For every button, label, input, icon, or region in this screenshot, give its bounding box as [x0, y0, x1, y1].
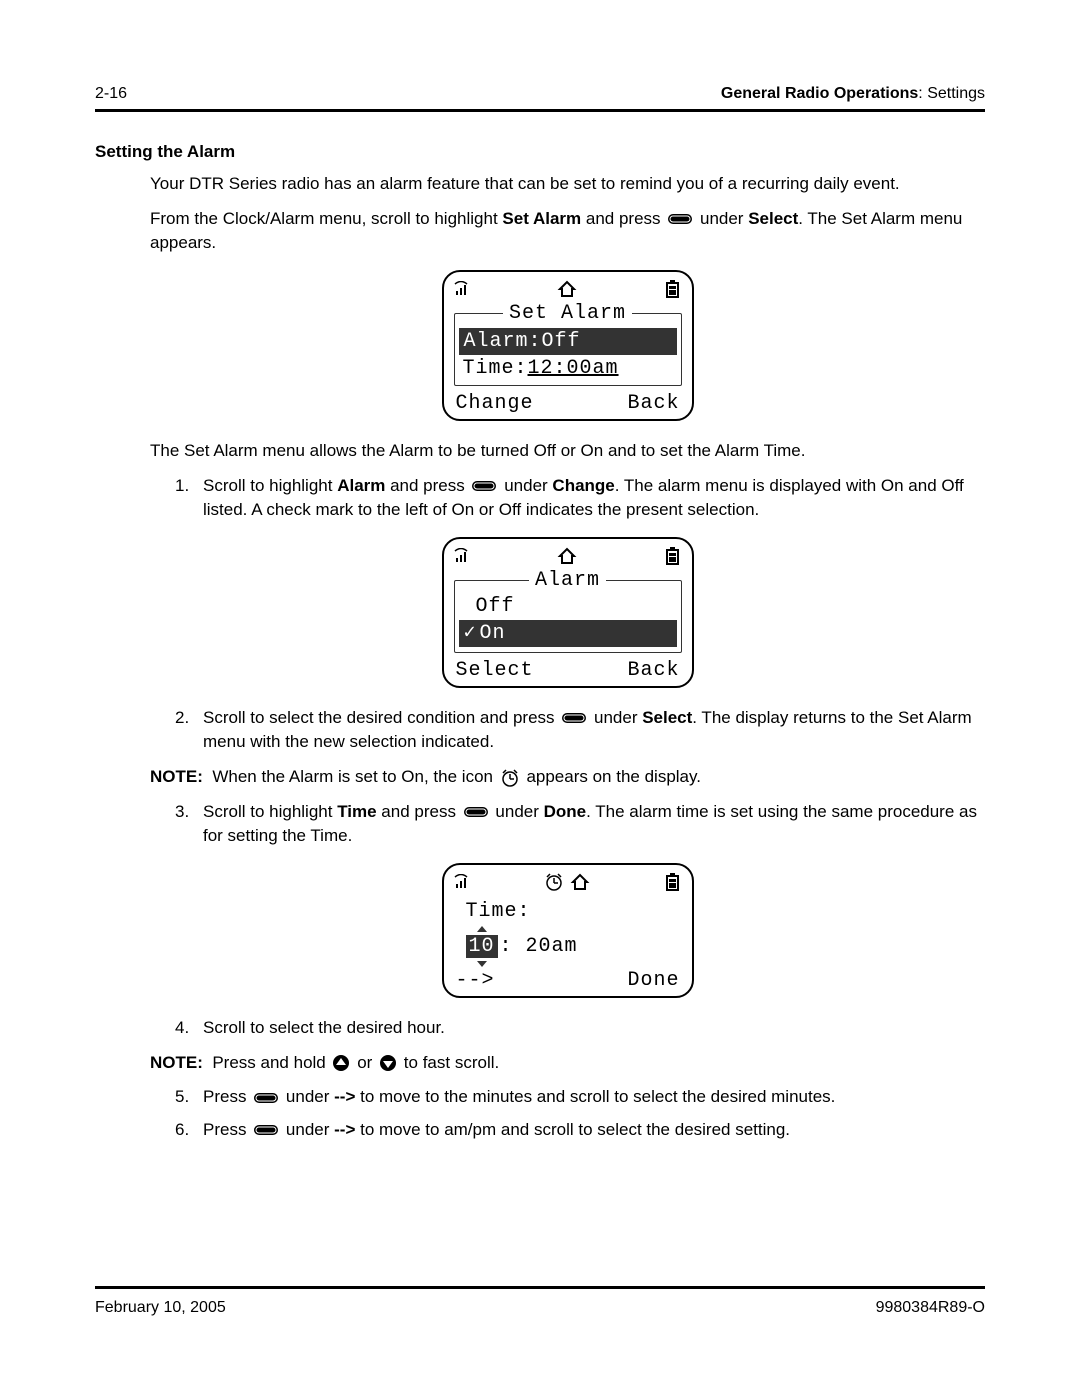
- step-4: 4. Scroll to select the desired hour.: [175, 1016, 985, 1041]
- battery-icon: [664, 546, 682, 566]
- up-arrow-icon: [332, 1054, 350, 1072]
- lcd-row-time: Time:12:00am: [459, 356, 677, 381]
- signal-icon: [454, 874, 470, 890]
- page-number: 2-16: [95, 85, 127, 103]
- paragraph-open-set-alarm: From the Clock/Alarm menu, scroll to hig…: [150, 207, 985, 256]
- lcd-title: Set Alarm: [503, 302, 632, 325]
- lcd-alarm-onoff: Alarm Off On Select Back: [442, 537, 694, 688]
- softkey-button-icon: [667, 210, 693, 228]
- lcd-title: Alarm: [529, 569, 606, 592]
- page-header: 2-16 General Radio Operations: Settings: [95, 85, 985, 112]
- lcd-row-alarm: Alarm:Off: [459, 328, 677, 355]
- home-icon: [570, 873, 590, 891]
- paragraph-set-alarm-desc: The Set Alarm menu allows the Alarm to b…: [150, 439, 985, 464]
- step-6: 6. Press under --> to move to am/pm and …: [175, 1118, 985, 1143]
- note-alarm-icon: NOTE: When the Alarm is set to On, the i…: [150, 765, 985, 790]
- footer-docnum: 9980384R89-O: [876, 1299, 985, 1317]
- softkey-button-icon: [253, 1121, 279, 1139]
- alarm-icon: [544, 872, 564, 892]
- softkey-left: Change: [456, 392, 534, 415]
- section-title: General Radio Operations: Settings: [721, 85, 985, 103]
- softkey-right: Done: [627, 969, 679, 992]
- home-icon: [557, 280, 577, 298]
- heading-setting-alarm: Setting the Alarm: [95, 142, 985, 162]
- lcd-time-label: Time:: [462, 899, 682, 924]
- lcd-time-edit: Time: 10: 20am --> Done: [442, 863, 694, 998]
- signal-icon: [454, 548, 470, 564]
- battery-icon: [664, 872, 682, 892]
- step-3: 3. Scroll to highlight Time and press un…: [175, 800, 985, 849]
- step-5: 5. Press under --> to move to the minute…: [175, 1085, 985, 1110]
- home-icon: [557, 547, 577, 565]
- softkey-button-icon: [471, 477, 497, 495]
- softkey-button-icon: [253, 1089, 279, 1107]
- page-footer: February 10, 2005 9980384R89-O: [95, 1286, 985, 1317]
- softkey-button-icon: [463, 803, 489, 821]
- lcd-time-value: 10: 20am: [462, 934, 682, 959]
- lcd-set-alarm: Set Alarm Alarm:Off Time:12:00am Change …: [442, 270, 694, 421]
- softkey-left: -->: [456, 969, 495, 992]
- softkey-right: Back: [627, 392, 679, 415]
- intro-paragraph: Your DTR Series radio has an alarm featu…: [150, 172, 985, 197]
- lcd-row-on: On: [459, 620, 677, 647]
- alarm-icon: [500, 768, 520, 788]
- battery-icon: [664, 279, 682, 299]
- note-fast-scroll: NOTE: Press and hold or to fast scroll.: [150, 1051, 985, 1076]
- signal-icon: [454, 281, 470, 297]
- softkey-left: Select: [456, 659, 534, 682]
- softkey-right: Back: [627, 659, 679, 682]
- step-2: 2. Scroll to select the desired conditio…: [175, 706, 985, 755]
- lcd-row-off: Off: [459, 594, 677, 619]
- down-arrow-icon: [379, 1054, 397, 1072]
- step-1: 1. Scroll to highlight Alarm and press u…: [175, 474, 985, 523]
- footer-date: February 10, 2005: [95, 1299, 226, 1317]
- softkey-button-icon: [561, 709, 587, 727]
